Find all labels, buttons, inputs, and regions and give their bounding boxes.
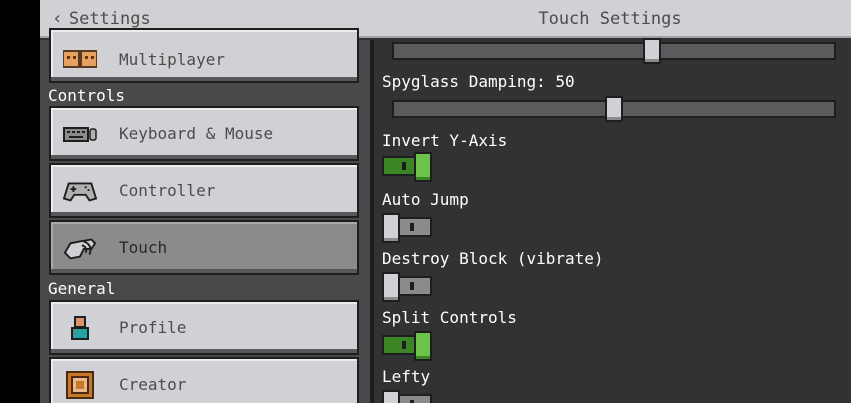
slider-knob[interactable] <box>605 96 623 122</box>
sidebar: Multiplayer Controls Keyboard & Mouse Co… <box>40 28 370 403</box>
toggle-knob <box>414 331 432 361</box>
sidebar-item-label: Touch <box>119 238 168 257</box>
auto-jump-toggle[interactable] <box>382 213 432 243</box>
split-controls-label: Split Controls <box>382 308 517 327</box>
sidebar-item-creator[interactable]: Creator <box>49 357 359 403</box>
page-title: Touch Settings <box>538 9 682 29</box>
multiplayer-icon <box>63 44 97 72</box>
keyboard-icon <box>63 120 97 148</box>
toggle-knob <box>382 213 400 243</box>
toggle-mark <box>402 341 406 349</box>
section-title-general: General <box>48 279 116 298</box>
spyglass-damping-slider[interactable] <box>392 96 836 122</box>
sidebar-item-label: Multiplayer <box>119 50 225 69</box>
destroy-block-toggle[interactable] <box>382 272 432 302</box>
toggle-mark <box>410 223 414 231</box>
sidebar-item-label: Controller <box>119 181 216 200</box>
sidebar-item-controller[interactable]: Controller <box>49 163 359 218</box>
sidebar-item-label: Keyboard & Mouse <box>119 124 274 143</box>
settings-window: ‹ Settings Touch Settings Multiplayer Co… <box>40 0 851 403</box>
sidebar-item-multiplayer[interactable]: Multiplayer <box>49 28 359 83</box>
sidebar-item-label: Creator <box>119 375 187 394</box>
sidebar-item-keyboard-mouse[interactable]: Keyboard & Mouse <box>49 106 359 161</box>
lefty-toggle[interactable] <box>382 390 432 403</box>
creator-icon <box>63 371 97 399</box>
split-controls-toggle[interactable] <box>382 331 432 361</box>
toggle-knob <box>382 390 400 403</box>
settings-panel: Spyglass Damping: 50 Invert Y-Axis Auto … <box>374 38 851 403</box>
slider-knob[interactable] <box>643 38 661 64</box>
top-slider[interactable] <box>392 38 836 64</box>
spyglass-damping-label: Spyglass Damping: 50 <box>382 72 575 91</box>
toggle-mark <box>410 282 414 290</box>
toggle-mark <box>402 162 406 170</box>
destroy-block-label: Destroy Block (vibrate) <box>382 249 604 268</box>
back-label: Settings <box>68 9 151 29</box>
touch-icon <box>63 234 97 262</box>
section-title-controls: Controls <box>48 86 126 105</box>
invert-y-axis-toggle[interactable] <box>382 152 432 182</box>
lefty-label: Lefty <box>382 367 431 386</box>
sidebar-item-profile[interactable]: Profile <box>49 300 359 355</box>
sidebar-item-touch[interactable]: Touch <box>49 220 359 275</box>
auto-jump-label: Auto Jump <box>382 190 469 209</box>
controller-icon <box>63 177 97 205</box>
chevron-left-icon: ‹ <box>52 8 63 29</box>
sidebar-item-label: Profile <box>119 318 187 337</box>
toggle-knob <box>382 272 400 302</box>
profile-icon <box>63 314 97 342</box>
invert-y-axis-label: Invert Y-Axis <box>382 131 508 150</box>
toggle-knob <box>414 152 432 182</box>
